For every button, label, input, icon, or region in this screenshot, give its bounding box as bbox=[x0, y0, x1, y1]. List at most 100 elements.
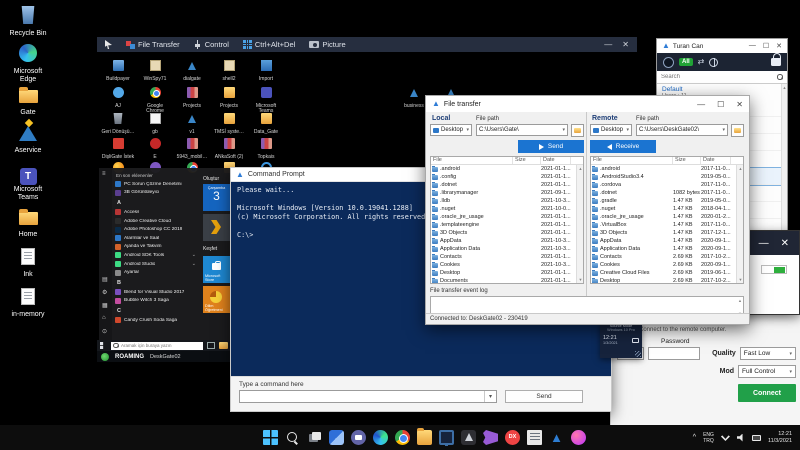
start-menu-item[interactable]: Ajanda ve Takvim bbox=[115, 243, 196, 252]
remote-search-box[interactable] bbox=[111, 341, 203, 350]
remote-location-select[interactable]: Desktop ▾ bbox=[590, 124, 632, 136]
remote-icon[interactable]: v1 bbox=[175, 111, 209, 135]
file-row[interactable]: .templateengine 2021-01-1... bbox=[431, 221, 583, 229]
ft-maximize-button[interactable]: ☐ bbox=[717, 100, 724, 109]
file-row[interactable]: .config 2021-01-1... bbox=[431, 173, 583, 181]
monitor-mode-icon[interactable] bbox=[663, 56, 674, 68]
start-menu-item[interactable]: Blend for Visual Studio 2017 bbox=[115, 288, 196, 297]
remote-path-combo[interactable]: C:\Users\DeskGate02\ ▾ bbox=[636, 124, 728, 136]
chevron-down-icon[interactable]: ▾ bbox=[484, 391, 496, 402]
viewer-close-button[interactable]: ✕ bbox=[622, 40, 629, 49]
chevron-down-icon[interactable]: ⌄ bbox=[192, 252, 196, 258]
control-button[interactable]: Control bbox=[194, 40, 229, 49]
local-col-file[interactable]: File bbox=[431, 157, 513, 164]
remote-icon[interactable]: shell2 bbox=[212, 58, 246, 82]
local-col-size[interactable]: Size bbox=[513, 157, 541, 164]
start-menu-item[interactable]: Candy Crush Soda Saga bbox=[115, 316, 196, 325]
chevron-down-icon[interactable]: ⌄ bbox=[192, 261, 196, 267]
tray-overflow-chevron[interactable]: ^ bbox=[693, 434, 696, 441]
aservice-desktop-icon[interactable]: Aservice bbox=[6, 126, 50, 155]
microsoft-store-tile[interactable]: Microsoft Store bbox=[203, 256, 230, 283]
edge-icon[interactable] bbox=[373, 430, 388, 445]
file-row[interactable]: Cookies 2021-10-3... bbox=[431, 261, 583, 269]
local-list-scrollbar[interactable]: ▲ ▼ bbox=[576, 165, 583, 283]
start-menu-item[interactable]: 3B Görüntüleyici bbox=[115, 189, 196, 198]
ctrl-alt-del-button[interactable]: Ctrl+Alt+Del bbox=[242, 40, 295, 49]
pictures-icon[interactable]: ▦ bbox=[102, 302, 108, 309]
remote-icon[interactable]: Topkais bbox=[249, 136, 283, 160]
lock-icon[interactable] bbox=[771, 53, 781, 66]
group-name[interactable]: Default bbox=[662, 86, 782, 93]
remote-icon[interactable]: TMSİ syste… bbox=[212, 111, 246, 135]
file-row[interactable]: Desktop 2021-01-1... bbox=[431, 269, 583, 277]
microsoft-teams-desktop-icon[interactable]: T Microsoft Teams bbox=[6, 166, 50, 202]
file-row[interactable]: Creative Cloud Files 2.69 KB 2019-06-1... bbox=[591, 269, 743, 277]
remote-icon[interactable]: 5943_mobil… bbox=[175, 136, 209, 160]
start-menu-item[interactable]: Adobe Creative Cloud bbox=[115, 217, 196, 226]
remote-icon[interactable]: Google Chrome bbox=[138, 85, 172, 114]
deskgate-icon[interactable]: ▲ bbox=[549, 430, 564, 445]
remote-icon[interactable]: Buildpayer bbox=[101, 58, 135, 82]
plex-tile[interactable] bbox=[203, 214, 230, 241]
file-row[interactable]: .gradle 1.47 KB 2019-05-0... bbox=[591, 197, 743, 205]
file-transfer-button[interactable]: File Transfer bbox=[126, 40, 180, 49]
remote-browse-button[interactable] bbox=[731, 124, 744, 137]
remote-icon[interactable]: ANkaSoft (2) bbox=[212, 136, 246, 160]
connect-button[interactable]: Connect bbox=[738, 384, 796, 402]
remote-desktop-icon[interactable] bbox=[439, 430, 454, 446]
file-row[interactable]: .VirtualBox 1.47 KB 2017-11-0... bbox=[591, 221, 743, 229]
file-row[interactable]: .oracle_jre_usage 1.47 KB 2020-01-2... bbox=[591, 213, 743, 221]
start-menu-item[interactable]: Ayarlar bbox=[115, 268, 196, 277]
remote-icon[interactable]: gb bbox=[138, 111, 172, 135]
ink-file-desktop-icon[interactable]: Ink bbox=[6, 248, 50, 279]
refresh-icon[interactable]: ⇄ bbox=[698, 58, 705, 66]
mod-select[interactable]: Full Control ▾ bbox=[738, 365, 796, 378]
volume-icon[interactable] bbox=[736, 433, 743, 442]
remote-file-explorer-icon[interactable] bbox=[219, 342, 228, 349]
local-file-list[interactable]: File Size Date .android 2021-01-1... .conf… bbox=[430, 156, 584, 284]
remote-col-date[interactable]: Date bbox=[701, 157, 731, 164]
local-browse-button[interactable] bbox=[571, 124, 584, 137]
task-view-icon[interactable] bbox=[307, 430, 322, 445]
battery-icon[interactable] bbox=[751, 434, 761, 441]
file-row[interactable]: .cordova 2017-11-0... bbox=[591, 181, 743, 189]
pointer-tool-button[interactable] bbox=[105, 40, 112, 49]
start-menu-item[interactable]: Alarmlar ve Saat bbox=[115, 234, 196, 243]
clock[interactable]: 12:21 11/3/2021 bbox=[768, 431, 792, 445]
file-row[interactable]: AppData 1.47 KB 2020-09-1... bbox=[591, 237, 743, 245]
source-thumbnail-overlay[interactable]: Source Mode Windows 10 Pro 12:21 1/3/202… bbox=[600, 322, 642, 358]
lock-close-button[interactable]: ✕ bbox=[781, 238, 789, 249]
file-explorer-icon[interactable] bbox=[417, 428, 432, 445]
file-row[interactable]: AppData 2021-10-3... bbox=[431, 237, 583, 245]
local-location-select[interactable]: Desktop ▾ bbox=[430, 124, 472, 136]
start-menu-item[interactable]: Adobe Photoshop CC 2019 bbox=[115, 225, 196, 234]
remote-icon[interactable]: Data_Gate bbox=[249, 111, 283, 135]
power-icon[interactable]: ⊙ bbox=[102, 328, 107, 335]
chat-icon[interactable] bbox=[351, 430, 366, 445]
network-icon[interactable] bbox=[709, 57, 719, 67]
file-row[interactable]: Contacts 2.69 KB 2017-10-2... bbox=[591, 253, 743, 261]
password-field[interactable] bbox=[648, 347, 701, 360]
remote-icon[interactable]: E bbox=[138, 136, 172, 160]
remote-start-button[interactable] bbox=[100, 342, 104, 349]
remote-col-file[interactable]: File bbox=[591, 157, 673, 164]
microsoft-edge-desktop-icon[interactable]: Microsoft Edge bbox=[6, 44, 50, 84]
command-input[interactable] bbox=[240, 391, 484, 402]
start-menu-item[interactable]: Access bbox=[115, 208, 196, 217]
remote-icon[interactable]: Geri Dönüşü… bbox=[101, 111, 135, 135]
remote-icon[interactable]: Projects bbox=[212, 85, 246, 109]
remote-icon[interactable]: AJ bbox=[101, 85, 135, 109]
remote-icon[interactable]: WinSpy71 bbox=[138, 58, 172, 82]
file-row[interactable]: Documents 2021-01-1... bbox=[431, 277, 583, 283]
start-menu-item[interactable]: Android Studio ⌄ bbox=[115, 260, 196, 269]
chat-bubble-icon[interactable] bbox=[632, 338, 639, 343]
paint3d-icon[interactable] bbox=[571, 430, 586, 445]
hamburger-icon[interactable]: ≡ bbox=[102, 171, 106, 177]
send-button[interactable]: Send bbox=[518, 140, 584, 153]
receive-button[interactable]: Receive bbox=[590, 140, 656, 153]
picture-button[interactable]: Picture bbox=[309, 40, 346, 49]
resize-grip[interactable] bbox=[635, 351, 641, 357]
file-row[interactable]: Application Data 1.47 KB 2020-09-1... bbox=[591, 245, 743, 253]
turan-minimize-button[interactable]: — bbox=[749, 42, 756, 50]
visual-studio-icon[interactable] bbox=[483, 430, 498, 445]
